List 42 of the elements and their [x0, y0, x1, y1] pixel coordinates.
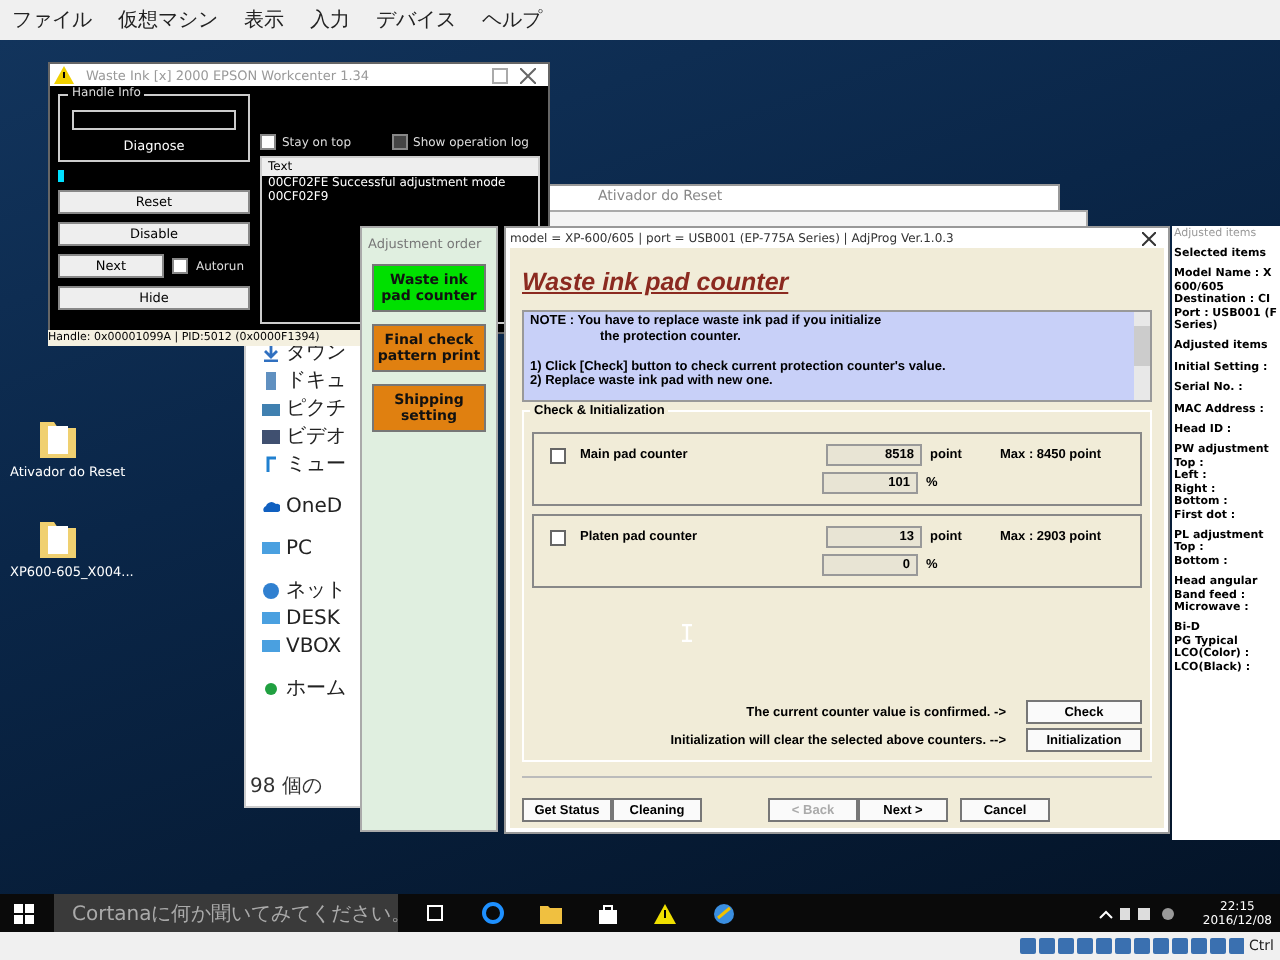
- menu-item[interactable]: ファイル: [12, 6, 92, 34]
- menu-item[interactable]: 仮想マシン: [118, 6, 218, 34]
- folder-icon[interactable]: [38, 416, 78, 460]
- download-icon: [262, 344, 280, 362]
- checkbox[interactable]: [260, 134, 276, 150]
- checkbox[interactable]: [550, 447, 566, 463]
- pc-icon: [262, 540, 280, 558]
- nav-item[interactable]: DESK: [286, 608, 340, 630]
- item-count: 98 個の: [250, 774, 324, 802]
- nav-item[interactable]: ビデオ: [286, 426, 346, 448]
- handle-field[interactable]: [72, 110, 236, 130]
- nav-item[interactable]: ネット: [286, 580, 346, 602]
- menu-item[interactable]: デバイス: [376, 6, 456, 34]
- checkbox[interactable]: [550, 529, 566, 545]
- nav-item[interactable]: VBOX: [286, 636, 342, 658]
- windows-logo-icon[interactable]: [14, 903, 34, 923]
- checkbox[interactable]: [391, 134, 408, 150]
- text-cursor-icon: [682, 624, 692, 642]
- nav-item[interactable]: ドキュ: [286, 370, 346, 392]
- menu-item[interactable]: ヘルプ: [482, 6, 542, 34]
- music-icon: [262, 456, 280, 474]
- scrollbar[interactable]: [1134, 312, 1150, 400]
- checkbox[interactable]: [172, 258, 188, 274]
- menu-item[interactable]: 入力: [310, 6, 350, 34]
- search-field[interactable]: Cortanaに何か聞いてみてください。: [54, 894, 398, 932]
- nav-item[interactable]: OneD: [286, 496, 343, 518]
- nav-item[interactable]: ホーム: [286, 678, 346, 700]
- video-icon: [262, 428, 280, 446]
- nav-item[interactable]: ピクチ: [286, 398, 346, 420]
- pictures-icon: [262, 400, 280, 418]
- close-icon[interactable]: [520, 67, 536, 83]
- menu-item[interactable]: 表示: [244, 6, 284, 34]
- folder-icon[interactable]: [38, 516, 78, 560]
- status-marker: [58, 170, 64, 182]
- device-status-icons[interactable]: [1019, 937, 1244, 955]
- system-tray-icons[interactable]: [1098, 905, 1179, 921]
- nav-item[interactable]: PC: [286, 538, 313, 560]
- close-icon[interactable]: [1142, 231, 1156, 245]
- cloud-icon: [262, 498, 280, 516]
- nav-item[interactable]: ミュー: [286, 454, 346, 476]
- page-heading: Waste ink pad counter: [522, 268, 789, 296]
- doc-icon: [262, 372, 280, 390]
